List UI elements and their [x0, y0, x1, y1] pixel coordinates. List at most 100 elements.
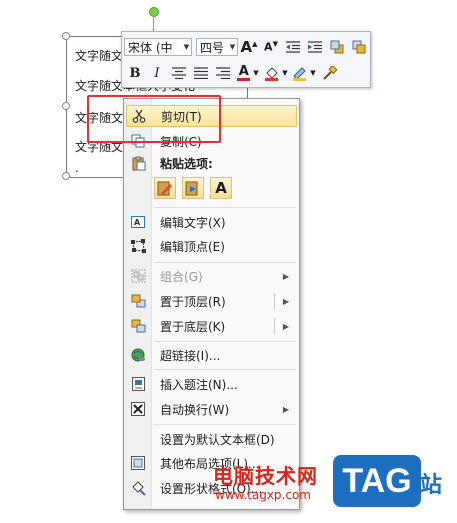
menu-item-label: 编辑文字(X) — [160, 215, 226, 230]
decrease-indent-button[interactable] — [282, 37, 304, 57]
insert-caption-icon — [126, 373, 150, 395]
text-line-1: 文字随文 — [75, 49, 124, 63]
increase-indent-icon — [308, 41, 322, 53]
menu-item-label: 置于底层(K) — [160, 319, 226, 334]
chevron-down-icon: ▼ — [183, 43, 190, 51]
menu-item-bring-to-front[interactable]: 置于顶层(R) ▶ — [126, 290, 297, 312]
align-right-icon — [216, 67, 230, 79]
justify-button[interactable] — [190, 63, 212, 83]
format-shape-icon — [126, 477, 150, 499]
rotate-handle[interactable] — [149, 7, 159, 17]
justify-icon — [194, 67, 208, 79]
resize-handle-bottom-left[interactable] — [62, 172, 70, 180]
shrink-font-icon: A▼ — [264, 40, 278, 54]
menu-item-paste-options: 粘贴选项: — [126, 152, 297, 174]
svg-text:A: A — [134, 218, 141, 227]
menu-item-label: 插入题注(N)... — [160, 377, 238, 392]
paste-options-bar: A — [154, 177, 232, 199]
text-line-5: . — [75, 161, 79, 175]
submenu-arrow-icon[interactable]: ▶ — [283, 297, 289, 306]
paint-bucket-icon — [265, 66, 279, 81]
menu-separator — [154, 262, 296, 263]
hyperlink-icon — [126, 344, 150, 366]
format-painter-icon — [322, 65, 337, 80]
menu-item-set-default-textbox[interactable]: 设置为默认文本框(D) — [126, 428, 297, 450]
pen-outline-icon — [293, 66, 307, 81]
menu-separator — [154, 424, 296, 425]
decrease-indent-icon — [286, 41, 300, 53]
resize-handle-top-left[interactable] — [62, 32, 70, 40]
shape-outline-button[interactable]: ▼ — [290, 63, 318, 83]
shrink-font-button[interactable]: A▼ — [260, 37, 282, 57]
submenu-arrow-icon: ▶ — [282, 404, 289, 414]
send-backward-icon — [352, 40, 366, 54]
chevron-down-icon: ▼ — [282, 69, 288, 77]
watermark-suffix: 站 — [420, 473, 443, 498]
grow-font-button[interactable]: A▲ — [238, 37, 260, 57]
bring-forward-icon — [330, 40, 344, 54]
font-color-icon: A — [237, 63, 251, 81]
chevron-down-icon: ▼ — [229, 43, 236, 51]
menu-item-text-wrapping[interactable]: 自动换行(W) ▶ — [126, 398, 297, 420]
mini-toolbar-row-1: 宋体 (中 ▼ 四号 ▼ A▲ A▼ — [124, 35, 370, 59]
edit-points-icon — [126, 235, 150, 257]
paste-text-only-button[interactable]: A — [210, 177, 232, 199]
menu-item-insert-caption[interactable]: 插入题注(N)... — [126, 373, 297, 395]
menu-separator — [154, 207, 296, 208]
send-back-icon — [126, 315, 150, 337]
text-only-icon: A — [215, 179, 227, 197]
menu-item-label: 粘贴选项: — [160, 156, 213, 171]
font-name-value: 宋体 (中 — [128, 40, 173, 55]
menu-item-label: 编辑顶点(E) — [160, 239, 225, 254]
highlight-annotation — [87, 95, 221, 143]
chevron-down-icon: ▼ — [253, 69, 259, 77]
menu-item-label: 组合(G) — [160, 269, 203, 284]
layout-options-icon — [126, 452, 150, 474]
menu-separator — [154, 369, 296, 370]
menu-item-label: 置于顶层(R) — [160, 294, 226, 309]
split-divider — [274, 318, 275, 334]
text-wrap-icon — [126, 398, 150, 420]
align-center-button[interactable] — [168, 63, 190, 83]
font-size-combo[interactable]: 四号 ▼ — [196, 38, 238, 56]
watermark-url: www.tagxp.com — [215, 488, 311, 502]
group-icon — [126, 265, 150, 287]
shape-fill-button[interactable]: ▼ — [262, 63, 290, 83]
grow-font-icon: A▲ — [240, 38, 258, 56]
paste-keep-source-button[interactable] — [154, 177, 176, 199]
menu-item-group[interactable]: 组合(G) ▶ — [126, 265, 297, 287]
paste-merge-button[interactable] — [182, 177, 204, 199]
submenu-arrow-icon[interactable]: ▶ — [283, 322, 289, 331]
menu-item-hyperlink[interactable]: 超链接(I)... — [126, 344, 297, 366]
align-right-button[interactable] — [212, 63, 234, 83]
bold-button[interactable]: B — [124, 63, 146, 83]
font-name-combo[interactable]: 宋体 (中 ▼ — [124, 38, 192, 56]
edit-text-icon: A — [126, 211, 150, 233]
paste-icon — [126, 152, 150, 174]
resize-handle-left[interactable] — [62, 102, 70, 110]
chevron-down-icon: ▼ — [310, 69, 316, 77]
menu-item-label: 超链接(I)... — [160, 348, 221, 363]
italic-button[interactable]: I — [146, 63, 168, 83]
font-color-button[interactable]: A ▼ — [234, 63, 262, 83]
send-backward-button[interactable] — [348, 37, 370, 57]
mini-toolbar: 宋体 (中 ▼ 四号 ▼ A▲ A▼ B I A ▼ ▼ ▼ — [121, 31, 371, 88]
paste-keep-formatting-icon — [157, 181, 172, 196]
watermark-badge: TAG — [333, 455, 421, 507]
submenu-arrow-icon: ▶ — [282, 271, 289, 281]
menu-item-edit-text[interactable]: A 编辑文字(X) — [126, 211, 297, 233]
context-menu: 剪切(T) 复制(C) 粘贴选项: A A 编辑文字(X) 编辑顶点(E) 组合… — [123, 98, 300, 510]
watermark-title: 电脑技术网 — [213, 464, 318, 488]
format-painter-button[interactable] — [318, 63, 340, 83]
font-size-value: 四号 — [200, 40, 225, 55]
bring-forward-button[interactable] — [326, 37, 348, 57]
menu-item-edit-points[interactable]: 编辑顶点(E) — [126, 235, 297, 257]
align-center-icon — [172, 67, 186, 79]
menu-item-send-to-back[interactable]: 置于底层(K) ▶ — [126, 315, 297, 337]
menu-separator — [154, 341, 296, 342]
increase-indent-button[interactable] — [304, 37, 326, 57]
bring-front-icon — [126, 290, 150, 312]
split-divider — [274, 293, 275, 309]
mini-toolbar-row-2: B I A ▼ ▼ ▼ — [124, 61, 340, 85]
menu-item-label: 设置为默认文本框(D) — [160, 432, 275, 447]
